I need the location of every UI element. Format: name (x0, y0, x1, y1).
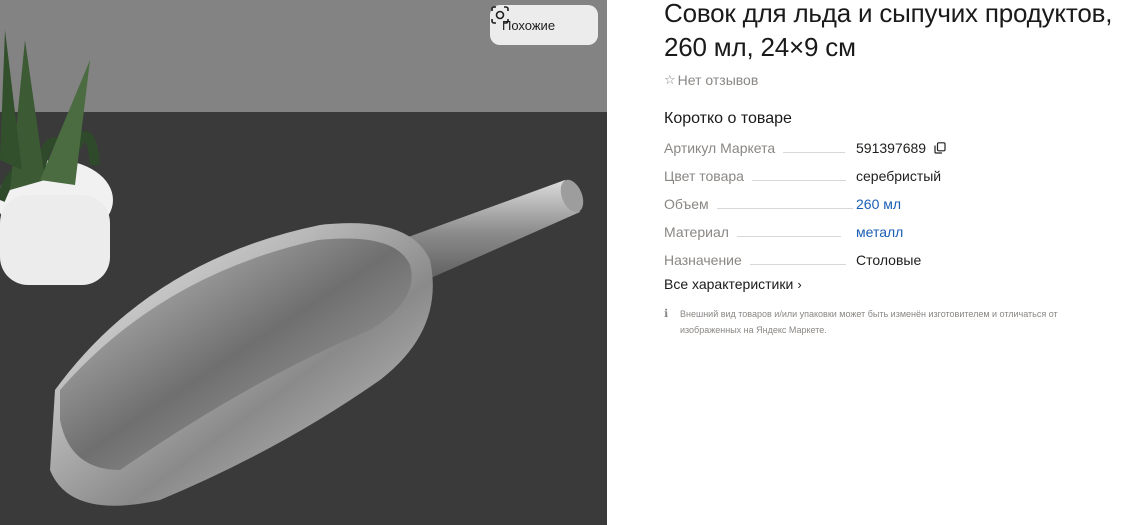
spec-name: Материал (664, 224, 729, 240)
spec-leader (751, 179, 846, 181)
spec-name: Назначение (664, 252, 742, 268)
spec-value-link[interactable]: металл (856, 224, 903, 240)
spec-name: Артикул Маркета (664, 140, 776, 156)
spec-leader (716, 207, 853, 209)
product-info: Совок для льда и сыпучих продуктов, 260 … (664, 0, 1124, 338)
disclaimer-text: Внешний вид товаров и/или упаковки может… (680, 309, 1058, 335)
spec-value: серебристый (856, 168, 942, 184)
lens-search-icon (491, 6, 509, 24)
spec-leader (783, 151, 846, 153)
similar-button[interactable]: Похожие (490, 5, 598, 45)
article-number: 591397689 (856, 140, 927, 156)
copy-icon[interactable] (934, 142, 946, 154)
spec-name: Объем (664, 196, 709, 212)
spec-name: Цвет товара (664, 168, 744, 184)
spec-leader (736, 235, 841, 237)
spec-row-color: Цвет товара серебристый (664, 162, 1104, 190)
product-photo[interactable]: Похожие (0, 0, 607, 525)
scoop-illustration (0, 0, 607, 525)
spec-row-material: Материал металл (664, 218, 1104, 246)
summary-heading: Коротко о товаре (664, 110, 792, 127)
spec-value-link[interactable]: 260 мл (856, 196, 901, 212)
reviews-link[interactable]: ☆ Нет отзывов (664, 72, 1124, 88)
chevron-right-icon: › (797, 276, 802, 292)
spec-row-purpose: Назначение Столовые (664, 246, 1104, 274)
spec-row-article: Артикул Маркета 591397689 (664, 134, 1104, 162)
spec-value: 591397689 (856, 140, 946, 156)
product-title: Совок для льда и сыпучих продуктов, 260 … (664, 0, 1113, 62)
spec-leader (749, 263, 846, 265)
spec-row-volume: Объем 260 мл (664, 190, 1104, 218)
reviews-label: Нет отзывов (677, 72, 759, 88)
all-specs-label: Все характеристики (664, 276, 794, 292)
spec-value: Столовые (856, 252, 922, 268)
spec-list: Артикул Маркета 591397689 Цвет товара се… (664, 134, 1104, 274)
star-icon: ☆ (664, 72, 676, 87)
disclaimer: ℹ Внешний вид товаров и/или упаковки мож… (664, 306, 1114, 338)
info-icon: ℹ (664, 308, 669, 320)
all-specs-link[interactable]: Все характеристики › (664, 276, 802, 292)
